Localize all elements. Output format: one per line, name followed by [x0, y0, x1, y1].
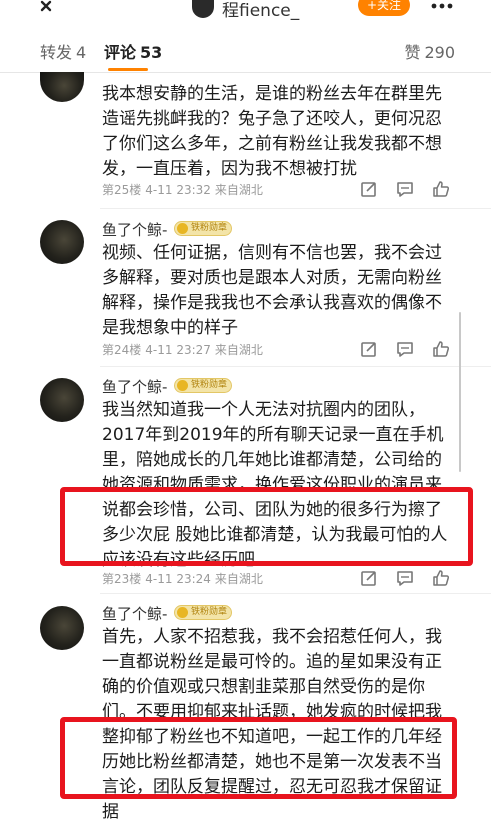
comment-time: 4-11 23:32 [145, 183, 211, 197]
comment-icon[interactable] [396, 340, 414, 358]
more-dots-icon[interactable] [430, 0, 454, 16]
divider [100, 208, 491, 209]
comment-floor: 第23楼 [102, 572, 142, 586]
tab-comments[interactable]: 评论 53 [104, 39, 162, 63]
comment-meta: 第23楼 4-11 23:24 来自湖北 [102, 570, 263, 587]
scrollbar-thumb[interactable] [459, 312, 461, 472]
comment-time: 4-11 23:27 [145, 343, 211, 357]
thumbs-up-icon[interactable] [432, 180, 450, 198]
fan-badge-label: 铁粉勋章 [191, 223, 228, 233]
reply-icon[interactable] [360, 340, 378, 358]
comment-text: 我本想安静的生活，是谁的粉丝去年在群里先造谣先挑衅我的？兔子急了还咬人，更何况忍… [102, 84, 442, 179]
comment-text: 视频、任何证据，信则有不信也罢，我不会过多解释，要对质也是跟本人对质，无需向粉丝… [102, 243, 442, 338]
tab-likes[interactable]: 赞 290 [404, 39, 455, 63]
reply-icon[interactable] [360, 180, 378, 198]
tab-repost-count: 4 [76, 43, 87, 62]
follow-button[interactable]: +关注 [358, 0, 410, 16]
fan-badge-label: 铁粉勋章 [191, 607, 228, 617]
comment-location: 来自湖北 [214, 343, 263, 357]
comment-username[interactable]: 鱼了个鲸- [102, 376, 167, 397]
active-tab-indicator [108, 68, 148, 71]
fan-badge[interactable]: 铁粉勋章 [174, 605, 232, 620]
thumbs-up-icon[interactable] [432, 340, 450, 358]
tab-likes-label: 赞 [404, 43, 421, 62]
comment-floor: 第24楼 [102, 343, 142, 357]
tab-likes-count: 290 [424, 43, 455, 62]
comment-floor: 第25楼 [102, 183, 142, 197]
comment-meta: 第24楼 4-11 23:27 来自湖北 [102, 341, 263, 358]
comment-icon[interactable] [396, 180, 414, 198]
fan-badge[interactable]: 铁粉勋章 [174, 221, 232, 236]
avatar[interactable] [40, 378, 84, 422]
avatar[interactable] [40, 606, 84, 650]
highlight-box [60, 487, 473, 566]
comment-time: 4-11 23:24 [145, 572, 211, 586]
blogger-avatar[interactable] [192, 0, 214, 18]
comment-location: 来自湖北 [214, 183, 263, 197]
fan-badge-icon [177, 607, 188, 618]
comment-icon[interactable] [396, 569, 414, 587]
highlight-box [60, 717, 457, 799]
fan-badge[interactable]: 铁粉勋章 [174, 378, 232, 393]
tab-repost-label: 转发 [40, 43, 73, 62]
divider [100, 366, 491, 367]
fan-badge-label: 铁粉勋章 [191, 380, 228, 390]
fan-badge-icon [177, 380, 188, 391]
tab-repost[interactable]: 转发 4 [40, 39, 86, 63]
reply-icon[interactable] [360, 569, 378, 587]
avatar[interactable] [40, 72, 84, 102]
tab-comments-count: 53 [140, 43, 163, 62]
comment-username[interactable]: 鱼了个鲸- [102, 603, 167, 624]
blogger-name[interactable]: 程fience_ [222, 0, 299, 21]
back-icon[interactable] [34, 0, 58, 22]
fan-badge-icon [177, 223, 188, 234]
divider [100, 593, 491, 594]
top-bar: 程fience_ +关注 [0, 0, 491, 28]
tab-comments-label: 评论 [104, 43, 137, 62]
comment-location: 来自湖北 [214, 572, 263, 586]
comment-meta: 第25楼 4-11 23:32 来自湖北 [102, 181, 263, 198]
thumbs-up-icon[interactable] [432, 569, 450, 587]
tab-bar: 转发 4 评论 53 赞 290 [0, 28, 491, 73]
comment-username[interactable]: 鱼了个鲸- [102, 219, 167, 240]
avatar[interactable] [40, 220, 84, 264]
